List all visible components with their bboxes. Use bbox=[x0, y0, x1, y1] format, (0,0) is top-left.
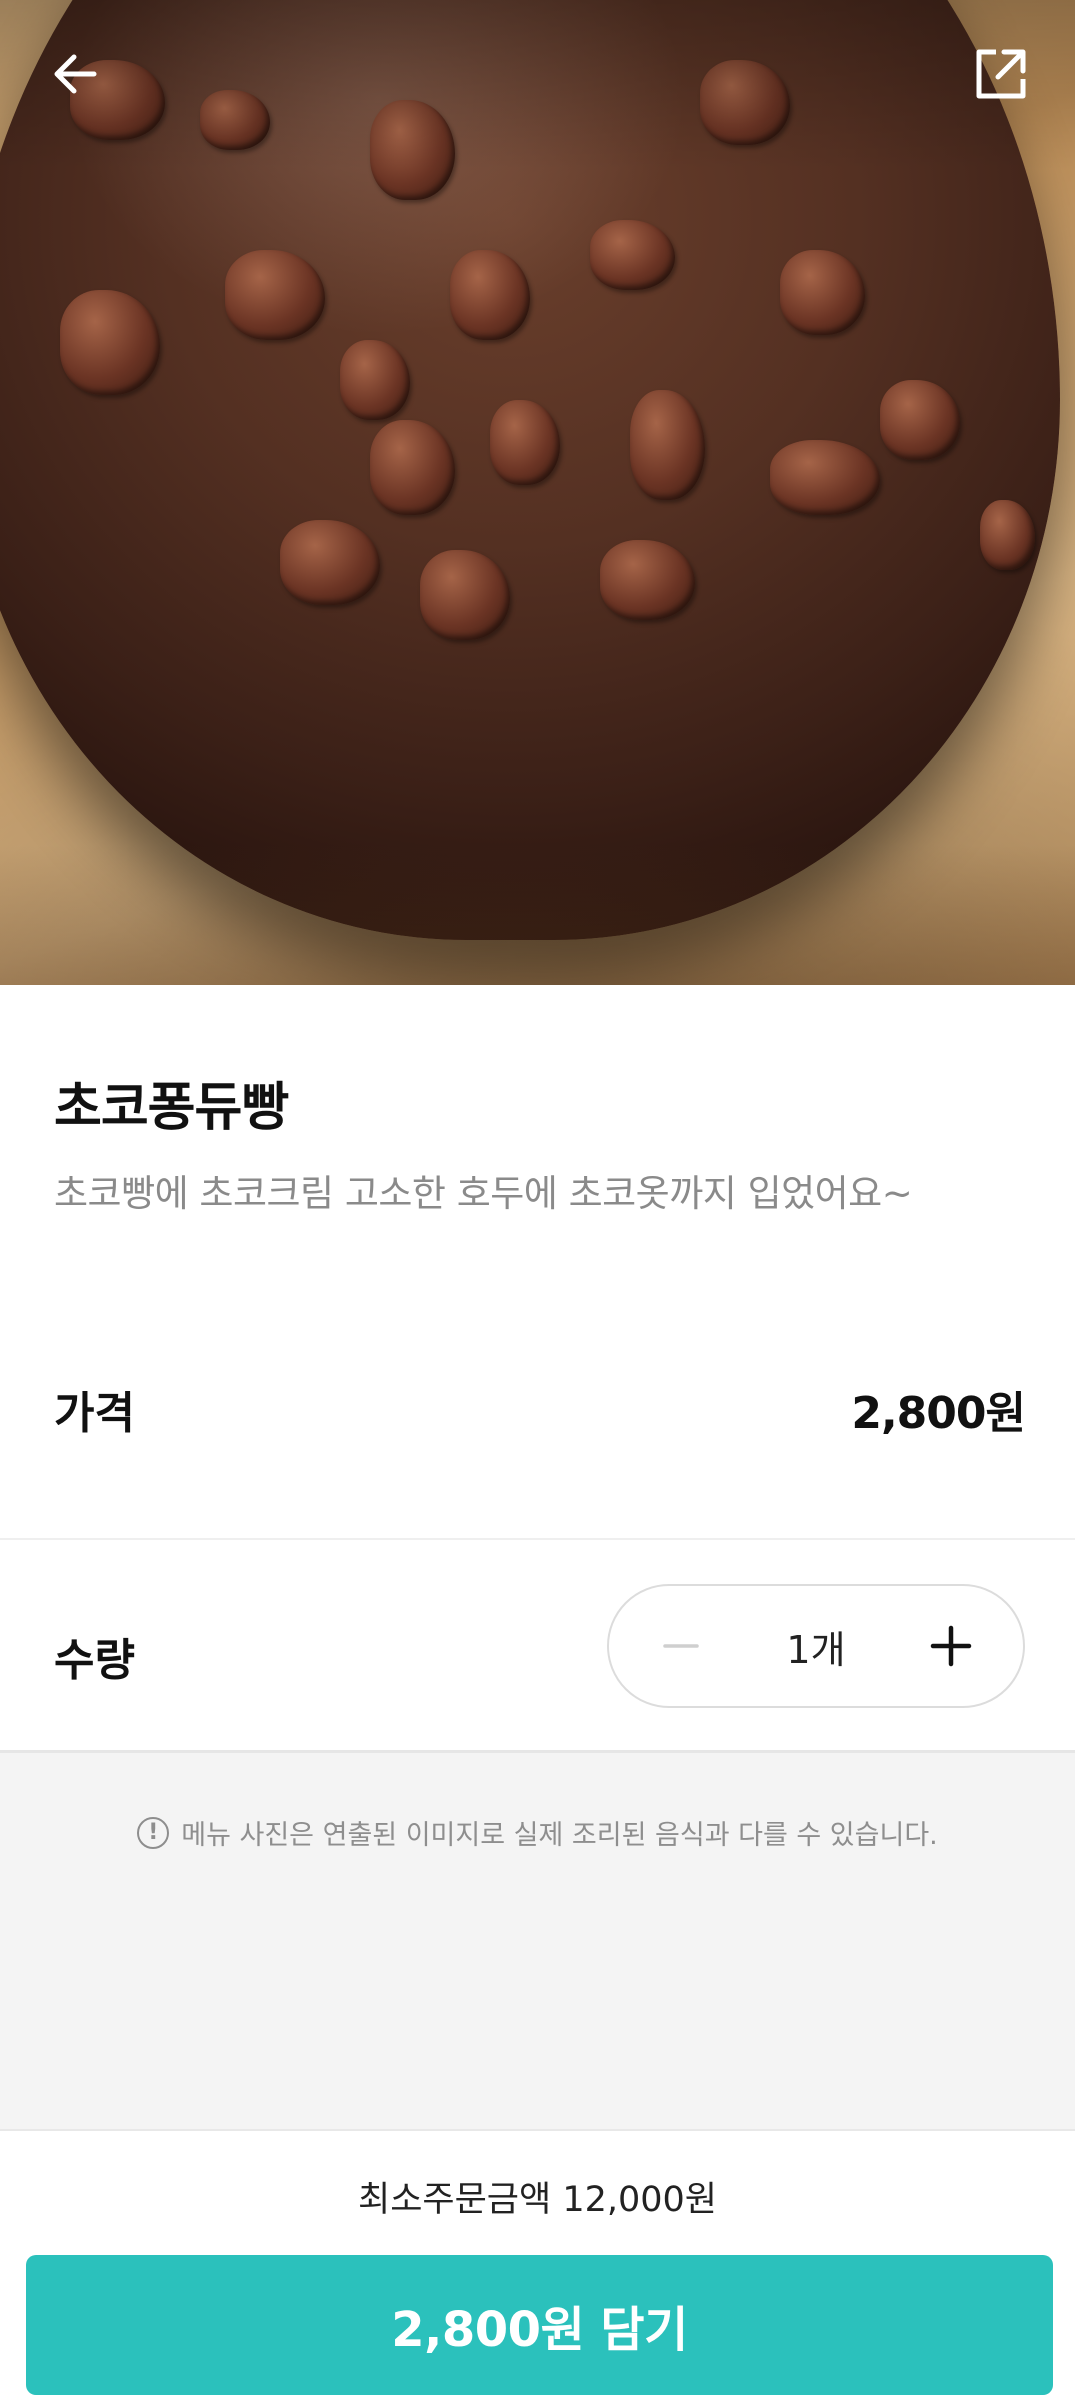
quantity-stepper: 1개 bbox=[607, 1584, 1025, 1708]
share-button[interactable] bbox=[965, 38, 1037, 110]
add-to-cart-button[interactable]: 2,800원 담기 bbox=[26, 2255, 1053, 2395]
price-value: 2,800원 bbox=[851, 1388, 1026, 1439]
decrease-quantity-button[interactable] bbox=[645, 1610, 717, 1682]
arrow-left-icon bbox=[54, 54, 97, 94]
minus-icon bbox=[663, 1644, 699, 1648]
product-description: 초코빵에 초코크림 고소한 호두에 초코옷까지 입었어요~ bbox=[54, 1172, 913, 1215]
quantity-value: 1개 bbox=[786, 1627, 846, 1672]
notice-area: ! 메뉴 사진은 연출된 이미지로 실제 조리된 음식과 다를 수 있습니다. bbox=[0, 1753, 1075, 2129]
increase-quantity-button[interactable] bbox=[915, 1610, 987, 1682]
exclamation-circle-icon: ! bbox=[137, 1816, 170, 1849]
quantity-label: 수량 bbox=[54, 1635, 135, 1686]
share-external-icon bbox=[976, 49, 1026, 99]
image-disclaimer: ! 메뉴 사진은 연출된 이미지로 실제 조리된 음식과 다를 수 있습니다. bbox=[0, 1813, 1075, 1852]
price-label: 가격 bbox=[54, 1388, 135, 1439]
image-disclaimer-text: 메뉴 사진은 연출된 이미지로 실제 조리된 음식과 다를 수 있습니다. bbox=[181, 1820, 938, 1851]
product-title: 초코퐁듀빵 bbox=[54, 1078, 289, 1138]
product-info: 초코퐁듀빵 초코빵에 초코크림 고소한 호두에 초코옷까지 입었어요~ 가격 2… bbox=[0, 985, 1075, 1545]
back-button[interactable] bbox=[38, 38, 110, 110]
product-image bbox=[0, 0, 1075, 985]
minimum-order-amount: 최소주문금액 12,000원 bbox=[358, 2180, 717, 2220]
quantity-row: 수량 1개 bbox=[0, 1540, 1075, 1752]
plus-icon bbox=[930, 1625, 972, 1667]
bottom-bar: 최소주문금액 12,000원 2,800원 담기 bbox=[0, 2129, 1075, 2400]
